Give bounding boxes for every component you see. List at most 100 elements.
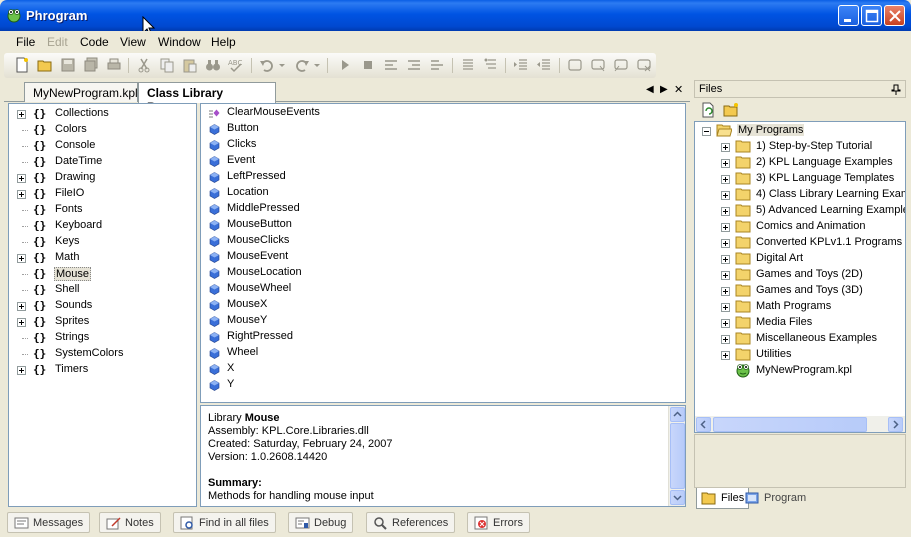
expand-plus-icon[interactable]: [721, 159, 730, 168]
tab-errors[interactable]: Errors: [467, 512, 530, 533]
scroll-down-button[interactable]: [670, 490, 685, 505]
tab-mynewprogram[interactable]: MyNewProgram.kpl: [24, 82, 138, 102]
tree-item-console[interactable]: {} Console: [9, 138, 197, 154]
new-file-icon[interactable]: [14, 57, 30, 73]
expand-plus-icon[interactable]: [17, 190, 26, 199]
scroll-right-button[interactable]: [888, 417, 903, 432]
library-info-panel[interactable]: Library Mouse Assembly: KPL.Core.Librari…: [200, 405, 686, 507]
title-bar[interactable]: Phrogram: [0, 0, 911, 31]
expand-plus-icon[interactable]: [17, 254, 26, 263]
paste-icon[interactable]: [182, 57, 198, 73]
tree-item-keys[interactable]: {} Keys: [9, 234, 197, 250]
expand-plus-icon[interactable]: [721, 223, 730, 232]
tree-item-sounds[interactable]: {} Sounds: [9, 298, 197, 314]
expand-plus-icon[interactable]: [721, 335, 730, 344]
pin-icon[interactable]: [891, 84, 901, 95]
files-tree[interactable]: My Programs 1) Step-by-Step Tutorial 2) KP…: [694, 121, 906, 433]
library-tree[interactable]: {} Collections {} Colors {} Console {} DateTime…: [8, 103, 197, 507]
expand-plus-icon[interactable]: [721, 191, 730, 200]
comment-icon[interactable]: [460, 57, 476, 73]
tab-debug[interactable]: Debug: [288, 512, 354, 533]
expand-plus-icon[interactable]: [17, 318, 26, 327]
members-list[interactable]: ClearMouseEvents Button Clicks Event LeftPre…: [200, 103, 686, 403]
menu-help[interactable]: Help: [211, 35, 236, 49]
close-button[interactable]: [884, 5, 905, 26]
print-icon[interactable]: [106, 57, 122, 73]
open-folder-icon[interactable]: [723, 102, 739, 118]
save-icon[interactable]: [60, 57, 76, 73]
expand-plus-icon[interactable]: [721, 319, 730, 328]
menu-edit[interactable]: Edit: [47, 35, 68, 49]
scroll-thumb[interactable]: [713, 417, 867, 432]
menu-view[interactable]: View: [120, 35, 146, 49]
tree-item-strings[interactable]: {} Strings: [9, 330, 197, 346]
tree-item-drawing[interactable]: {} Drawing: [9, 170, 197, 186]
tree-item-shell[interactable]: {} Shell: [9, 282, 197, 298]
uncomment-icon[interactable]: [483, 57, 499, 73]
tree-item-mouse[interactable]: {} Mouse: [9, 266, 197, 282]
refresh-icon[interactable]: [700, 102, 716, 118]
undo-dropdown-icon[interactable]: [278, 57, 286, 73]
tree-item-math[interactable]: {} Math: [9, 250, 197, 266]
tree-item-colors[interactable]: {} Colors: [9, 122, 197, 138]
expand-plus-icon[interactable]: [721, 351, 730, 360]
menu-window[interactable]: Window: [158, 35, 201, 49]
step-into-icon[interactable]: [383, 57, 399, 73]
tab-class-library-browser[interactable]: Class Library Browser: [138, 82, 276, 114]
files-horizontal-scrollbar[interactable]: [695, 416, 905, 432]
prev-bookmark-icon[interactable]: [590, 57, 606, 73]
spell-check-icon[interactable]: ABC: [228, 57, 244, 73]
expand-plus-icon[interactable]: [721, 143, 730, 152]
tab-scroll-right-icon[interactable]: ▶: [660, 84, 668, 95]
expand-plus-icon[interactable]: [721, 287, 730, 296]
tree-item-fileio[interactable]: {} FileIO: [9, 186, 197, 202]
undo-icon[interactable]: [259, 57, 275, 73]
step-over-icon[interactable]: [406, 57, 422, 73]
run-icon[interactable]: [337, 57, 353, 73]
scroll-left-button[interactable]: [696, 417, 711, 432]
tab-notes[interactable]: Notes: [99, 512, 161, 533]
expand-plus-icon[interactable]: [17, 110, 26, 119]
save-all-icon[interactable]: [83, 57, 99, 73]
cut-icon[interactable]: [136, 57, 152, 73]
tree-item-timers[interactable]: {} Timers: [9, 362, 197, 378]
scroll-thumb[interactable]: [670, 423, 685, 489]
tab-program[interactable]: Program: [740, 488, 810, 509]
clear-bookmarks-icon[interactable]: [636, 57, 652, 73]
expand-plus-icon[interactable]: [17, 366, 26, 375]
redo-icon[interactable]: [294, 57, 310, 73]
open-folder-icon[interactable]: [37, 57, 53, 73]
expand-plus-icon[interactable]: [17, 302, 26, 311]
step-out-icon[interactable]: [429, 57, 445, 73]
find-binoculars-icon[interactable]: [205, 57, 221, 73]
expand-plus-icon[interactable]: [721, 303, 730, 312]
tab-find-in-all-files[interactable]: Find in all files: [173, 512, 276, 533]
tab-messages[interactable]: Messages: [7, 512, 91, 533]
tree-item-datetime[interactable]: {} DateTime: [9, 154, 197, 170]
expand-plus-icon[interactable]: [721, 239, 730, 248]
outdent-icon[interactable]: [536, 57, 552, 73]
expand-plus-icon[interactable]: [721, 255, 730, 264]
expand-plus-icon[interactable]: [721, 175, 730, 184]
expand-plus-icon[interactable]: [721, 207, 730, 216]
tree-item-keyboard[interactable]: {} Keyboard: [9, 218, 197, 234]
expand-plus-icon[interactable]: [17, 174, 26, 183]
menu-code[interactable]: Code: [80, 35, 109, 49]
next-bookmark-icon[interactable]: [613, 57, 629, 73]
close-tab-icon[interactable]: ✕: [674, 83, 683, 96]
menu-file[interactable]: File: [16, 35, 35, 49]
tab-scroll-left-icon[interactable]: ◀: [646, 84, 654, 95]
info-scrollbar[interactable]: [668, 406, 685, 506]
indent-icon[interactable]: [513, 57, 529, 73]
maximize-button[interactable]: [861, 5, 882, 26]
stop-icon[interactable]: [360, 57, 376, 73]
minimize-button[interactable]: [838, 5, 859, 26]
redo-dropdown-icon[interactable]: [313, 57, 321, 73]
copy-icon[interactable]: [159, 57, 175, 73]
tree-item-collections[interactable]: {} Collections: [9, 106, 197, 122]
tab-references[interactable]: References: [366, 512, 456, 533]
bookmark-icon[interactable]: [567, 57, 583, 73]
tree-item-systemcolors[interactable]: {} SystemColors: [9, 346, 197, 362]
expand-plus-icon[interactable]: [721, 271, 730, 280]
tree-item-sprites[interactable]: {} Sprites: [9, 314, 197, 330]
